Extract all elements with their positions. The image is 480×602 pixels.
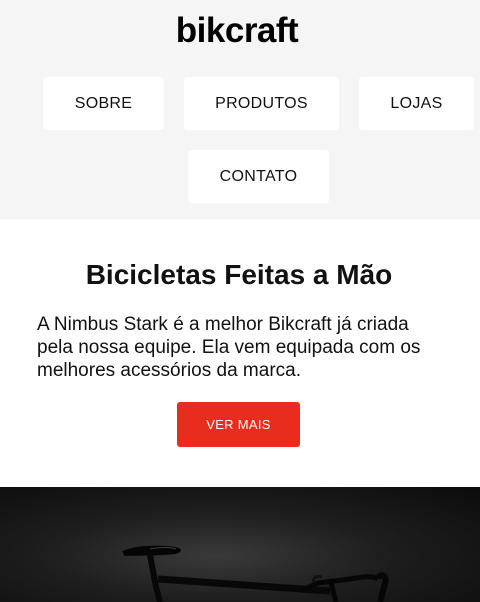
nav-item-contato[interactable]: CONTATO [188,150,329,203]
nav-item-lojas[interactable]: LOJAS [359,77,474,130]
hero-description: A Nimbus Stark é a melhor Bikcraft já cr… [37,314,421,381]
bicycle-photo [0,487,480,602]
bicycle-illustration [121,545,389,602]
nav-item-produtos[interactable]: PRODUTOS [184,77,339,130]
ver-mais-button[interactable]: VER MAIS [177,402,300,447]
hero-title: Bicicletas Feitas a Mão [85,259,393,290]
site-header: bikcraft SOBRE PRODUTOS LOJAS CONTATO [0,0,480,219]
site-logo[interactable]: bikcraft [0,10,474,52]
nav-item-sobre[interactable]: SOBRE [43,77,164,130]
